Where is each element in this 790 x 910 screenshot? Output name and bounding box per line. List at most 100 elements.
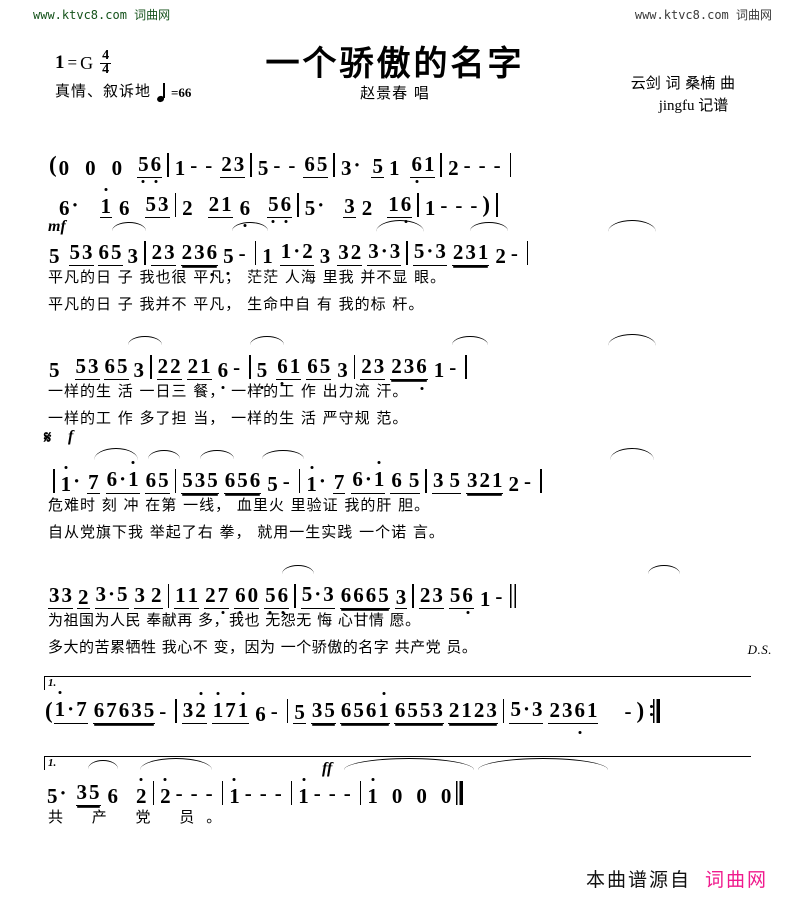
note: 1	[388, 192, 399, 216]
barline	[526, 241, 529, 265]
note: 1	[280, 239, 292, 263]
note: 5	[449, 583, 461, 607]
barline	[465, 355, 467, 379]
note: 2	[302, 239, 313, 263]
note: 3	[88, 354, 99, 378]
barline	[286, 699, 289, 723]
note: 6	[206, 242, 219, 276]
barline	[174, 193, 177, 217]
mood-label: 真情、叙诉地	[55, 82, 152, 100]
noterow-intro-2: 6 · 1 6 53 2 21 6 56 5 · 3 2 16 1 - - - )	[0, 174, 790, 227]
note: 0	[416, 784, 427, 808]
note: 0	[440, 784, 452, 808]
note: 6	[365, 583, 377, 607]
note: 5	[222, 246, 235, 275]
note: 5	[75, 354, 87, 378]
note: 6	[224, 468, 236, 492]
note: 1	[491, 468, 503, 492]
note: 3	[61, 583, 73, 607]
system-verse-2: 5 53 65 3 22 21 6 - 5 61 65 3 23 236 1 -…	[0, 334, 790, 434]
note: 3	[389, 239, 401, 263]
note: 7	[76, 697, 87, 721]
note: 2	[170, 354, 181, 378]
note: 3	[561, 698, 573, 722]
note: 6	[150, 154, 163, 183]
note: 3	[233, 152, 245, 176]
note: 1	[175, 583, 186, 607]
note: 5	[143, 698, 155, 722]
lyric-row-2: 平凡的日 子 我并不 平凡， 生命中自 有 我的标 杆。	[0, 293, 790, 320]
note: 5	[237, 468, 248, 492]
beam-group: 33	[48, 585, 73, 609]
note: 2	[157, 354, 169, 378]
note: 6	[107, 784, 119, 808]
noterow-verse-1: 5 53 65 3 23 236 5 - 1 1·2 3 32 3·3 5·3 …	[0, 220, 790, 276]
system-chorus-1: 𝄋 f 1 · 7 6·1 65 535 656 5 - 1 · 7 6·1 65 …	[0, 428, 790, 548]
lyric-line: 共 产 党 员。	[48, 808, 234, 826]
note: 6	[352, 467, 363, 491]
noterow-ending-2: 5 · 35 6 2 2 - - - 1 - - - 1 - - - 1 0 0 …	[0, 756, 790, 808]
note: 1	[366, 778, 379, 807]
note: 6	[145, 468, 157, 492]
note: 5	[413, 239, 425, 263]
note: 1	[221, 192, 232, 216]
note: 6	[353, 583, 364, 607]
note: 5	[301, 582, 313, 606]
key-value: G	[80, 52, 94, 73]
note: 3	[311, 698, 323, 722]
barline	[150, 355, 152, 379]
note: 5	[316, 152, 328, 176]
note: 3	[368, 239, 379, 263]
note: 1	[433, 358, 445, 382]
close-paren: )	[636, 698, 645, 723]
note: 1	[479, 587, 491, 611]
note: 3	[403, 354, 415, 378]
barline	[495, 193, 498, 217]
note: 1	[377, 692, 390, 721]
note: 2	[182, 196, 193, 220]
augmentation-dot: ·	[108, 582, 116, 606]
note: 3	[158, 192, 169, 216]
system-chorus-2: 33 2 3·5 32 11 27 60 56 5·3 6665 3 23 56…	[0, 565, 790, 663]
lyric-line: 一样的生 活 一日三 餐， 一样的工 作 出力流 汗。	[48, 382, 409, 400]
lyric-line: 平凡的日 子 我也很 平凡， 茫茫 人海 里我 并不显 眼。	[48, 268, 447, 286]
note: 3	[82, 240, 93, 264]
note: 3	[134, 583, 146, 607]
note: 2	[194, 692, 207, 721]
note: 6	[410, 154, 423, 183]
slur	[608, 220, 656, 232]
note: 6	[461, 585, 474, 614]
augmentation-dot: ·	[380, 239, 388, 263]
beam-group: 5·3	[509, 697, 544, 724]
final-barline	[456, 781, 464, 805]
note: 3	[432, 583, 443, 607]
beam-group: 6·1	[351, 461, 386, 494]
beam-group: 32	[181, 692, 207, 724]
barline	[406, 241, 408, 265]
key-signature: 1 = G 4 4	[55, 49, 112, 77]
barline	[249, 355, 251, 379]
footer-source-text: 本曲谱源自	[585, 869, 691, 891]
footer-site-link[interactable]: 词曲网	[705, 865, 768, 892]
slur	[376, 220, 424, 232]
slur	[608, 334, 656, 346]
slur	[88, 760, 118, 769]
note: 3	[432, 698, 443, 722]
note: 2	[221, 152, 232, 176]
note: 6	[249, 468, 261, 492]
note: 2	[187, 354, 199, 378]
note: 5	[256, 360, 269, 389]
note: 5	[353, 698, 364, 722]
lyric-line: 平凡的日 子 我并不 平凡， 生命中自 有 我的标 杆。	[48, 295, 425, 313]
beam-group: 236	[180, 242, 219, 276]
sustain-dash: -	[244, 781, 252, 805]
sustain-dash: -	[449, 355, 457, 379]
note: 2	[205, 583, 216, 607]
barline	[175, 699, 177, 723]
note: 5	[319, 354, 331, 378]
slur	[648, 565, 680, 574]
note: 1	[305, 466, 318, 495]
note: 1	[99, 188, 113, 218]
beam-group: 3·5	[94, 582, 129, 609]
beam-group: 32	[133, 583, 163, 609]
